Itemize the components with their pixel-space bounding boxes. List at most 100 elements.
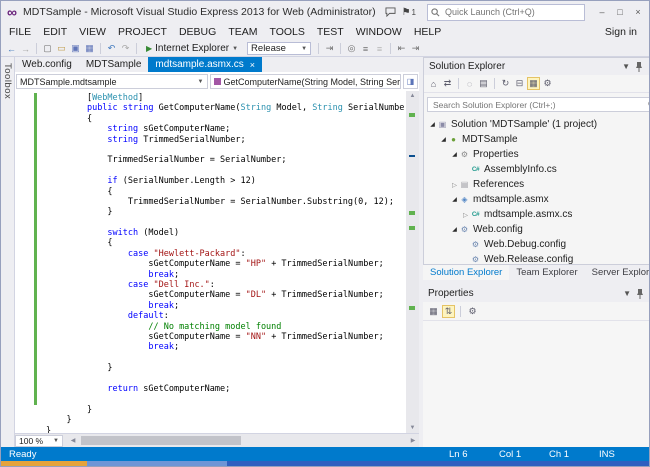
tab-team-explorer[interactable]: Team Explorer	[509, 265, 584, 280]
tab-web-config[interactable]: Web.config	[15, 57, 79, 72]
switch-views-icon[interactable]: ⇄	[441, 77, 454, 90]
tree-item-label: References	[473, 179, 524, 190]
navbar-toggle-button[interactable]: ◨	[403, 74, 418, 89]
minimize-button[interactable]: –	[593, 4, 611, 20]
member-dropdown[interactable]: GetComputerName(String Model, String Ser…	[210, 74, 402, 89]
sign-in-link[interactable]: Sign in	[595, 26, 647, 38]
tab-solution-explorer[interactable]: Solution Explorer	[423, 265, 509, 280]
navigate-backward-icon[interactable]: ←	[5, 42, 18, 55]
save-all-icon[interactable]: ▦	[83, 42, 96, 55]
quick-launch-input[interactable]	[443, 6, 581, 18]
menu-edit[interactable]: EDIT	[37, 23, 73, 41]
solution-search-input[interactable]	[431, 99, 648, 111]
comment-out-icon[interactable]: ≡	[359, 42, 372, 55]
show-all-files-icon[interactable]: ▦	[527, 77, 540, 90]
pin-icon[interactable]	[633, 62, 646, 72]
start-debugging-button[interactable]: ▶ Internet Explorer ▼	[141, 42, 243, 55]
menu-view[interactable]: VIEW	[73, 23, 112, 41]
scrollbar-thumb[interactable]	[81, 436, 241, 445]
new-file-icon[interactable]: ▢	[41, 42, 54, 55]
close-icon[interactable]: ×	[647, 289, 650, 298]
tree-item[interactable]: ◢MDTSample	[424, 132, 650, 147]
menu-project[interactable]: PROJECT	[112, 23, 173, 41]
solution-search-box[interactable]	[427, 97, 650, 112]
find-in-files-icon[interactable]: ◎	[345, 42, 358, 55]
tree-item[interactable]: AssemblyInfo.cs	[424, 162, 650, 177]
horizontal-scrollbar[interactable]: ◀ ▶	[67, 434, 419, 447]
change-mark	[409, 306, 415, 310]
maximize-button[interactable]: □	[611, 4, 629, 20]
categorized-icon[interactable]: ▦	[427, 305, 440, 318]
toolbox-tab[interactable]: Toolbox	[1, 57, 15, 447]
code-line: sGetComputerName = "HP" + TrimmedSerialN…	[46, 259, 405, 269]
tree-item[interactable]: ◢ Properties	[424, 147, 650, 162]
menu-tools[interactable]: TOOLS	[263, 23, 310, 41]
property-pages-icon[interactable]: ⚙	[466, 305, 479, 318]
menu-debug[interactable]: DEBUG	[173, 23, 222, 41]
expanded-arrow-icon[interactable]: ◢	[439, 136, 448, 143]
code-line: {	[46, 187, 405, 197]
open-files-filter-icon[interactable]: ▤	[477, 77, 490, 90]
code-editor[interactable]: [WebMethod] public string GetComputerNam…	[15, 91, 419, 433]
save-icon[interactable]: ▣	[69, 42, 82, 55]
menu-file[interactable]: FILE	[3, 23, 37, 41]
decrease-indent-icon[interactable]: ⇤	[395, 42, 408, 55]
notifications-flag-icon[interactable]: ⚑ 1	[402, 7, 416, 18]
change-mark	[409, 113, 415, 117]
solution-configuration-dropdown[interactable]: Release ▼	[247, 42, 311, 55]
window-position-icon[interactable]: ▼	[620, 62, 633, 71]
open-file-icon[interactable]: ▭	[55, 42, 68, 55]
expanded-arrow-icon[interactable]: ◢	[450, 151, 459, 158]
collapse-all-icon[interactable]: ⊟	[513, 77, 526, 90]
refresh-icon[interactable]: ↻	[499, 77, 512, 90]
collapsed-arrow-icon[interactable]: ▷	[461, 211, 470, 219]
menu-window[interactable]: WINDOW	[350, 23, 408, 41]
tree-item[interactable]: ▷mdtsample.asmx.cs	[424, 207, 650, 222]
expanded-arrow-icon[interactable]: ◢	[450, 226, 459, 233]
attach-to-process-icon[interactable]: ⇥	[323, 42, 336, 55]
tree-item[interactable]: ◢Web.config	[424, 222, 650, 237]
zoom-dropdown[interactable]: 100 % ▼	[15, 435, 63, 447]
tree-item[interactable]: Web.Release.config	[424, 252, 650, 264]
expanded-arrow-icon[interactable]: ◢	[450, 196, 459, 203]
scroll-down-icon[interactable]: ▼	[406, 423, 419, 433]
uncomment-icon[interactable]: ≡	[373, 42, 386, 55]
close-icon[interactable]: ×	[646, 62, 650, 71]
solution-tree: ◢Solution 'MDTSample' (1 project)◢MDTSam…	[424, 116, 650, 264]
undo-icon[interactable]: ↶	[105, 42, 118, 55]
feedback-icon[interactable]	[385, 7, 396, 17]
code-line	[46, 218, 405, 228]
scroll-right-icon[interactable]: ▶	[407, 434, 419, 447]
tab-mdtsample-asmx-cs[interactable]: mdtsample.asmx.cs×	[148, 57, 262, 72]
close-tab-icon[interactable]: ×	[250, 60, 255, 70]
menu-team[interactable]: TEAM	[222, 23, 263, 41]
tree-item[interactable]: Web.Debug.config	[424, 237, 650, 252]
tree-item[interactable]: ▷ References	[424, 177, 650, 192]
tab-mdtsample[interactable]: MDTSample	[79, 57, 149, 72]
properties-icon[interactable]: ⚙	[541, 77, 554, 90]
type-dropdown[interactable]: MDTSample.mdtsample ▼	[16, 74, 208, 89]
tree-item-label: Web.Debug.config	[484, 239, 566, 250]
scroll-up-icon[interactable]: ▲	[406, 91, 419, 101]
scroll-left-icon[interactable]: ◀	[67, 434, 79, 447]
close-button[interactable]: ×	[629, 4, 647, 20]
navigate-forward-icon[interactable]: →	[19, 42, 32, 55]
collapsed-arrow-icon[interactable]: ▷	[450, 181, 459, 189]
tab-server-explorer[interactable]: Server Explorer	[585, 265, 650, 280]
vertical-scrollbar[interactable]: ▲ ▼	[406, 91, 419, 433]
home-icon[interactable]: ⌂	[427, 77, 440, 90]
quick-launch-box[interactable]	[427, 4, 585, 21]
redo-icon[interactable]: ↷	[119, 42, 132, 55]
alphabetical-icon[interactable]: ⇅	[442, 305, 455, 318]
pin-icon[interactable]	[634, 289, 647, 299]
tree-item[interactable]: ◢ Solution 'MDTSample' (1 project)	[424, 117, 650, 132]
tree-item-label: Solution 'MDTSample' (1 project)	[451, 119, 597, 130]
tree-item-label: Properties	[473, 149, 519, 160]
tree-item[interactable]: ◢mdtsample.asmx	[424, 192, 650, 207]
menu-test[interactable]: TEST	[311, 23, 350, 41]
increase-indent-icon[interactable]: ⇥	[409, 42, 422, 55]
pending-changes-filter-icon[interactable]: ◌	[463, 77, 476, 90]
menu-help[interactable]: HELP	[408, 23, 447, 41]
expanded-arrow-icon[interactable]: ◢	[428, 121, 437, 128]
window-position-icon[interactable]: ▼	[621, 289, 634, 298]
